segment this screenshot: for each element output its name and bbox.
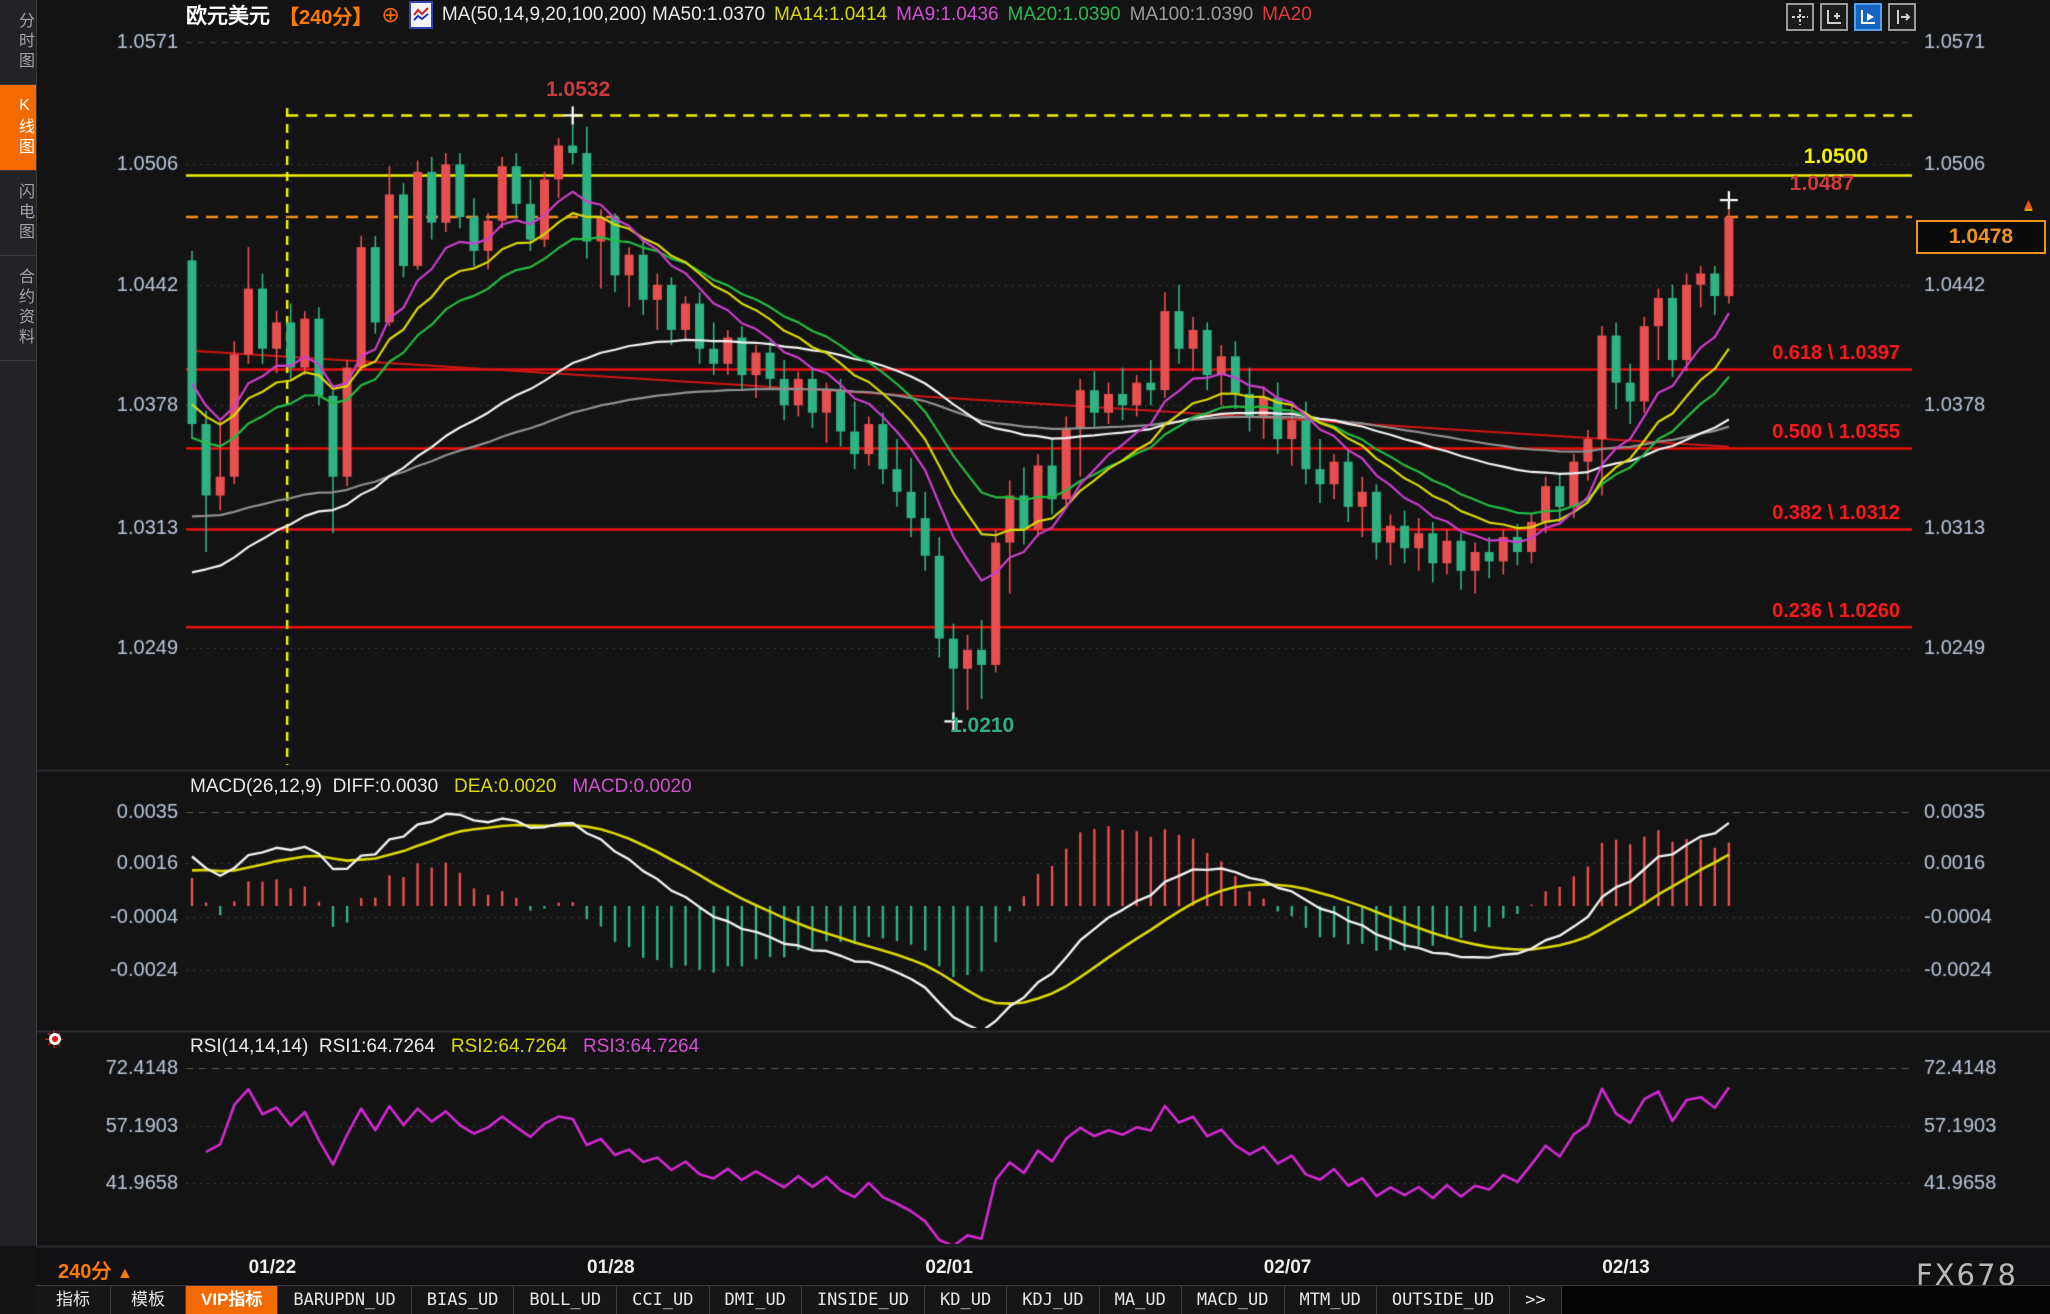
- fib-label-500: 0.500 \ 1.0355: [1772, 421, 1900, 444]
- toolbar-tab-more[interactable]: 指标: [36, 1286, 111, 1314]
- rsi1-value: RSI1:64.7264: [319, 1036, 435, 1057]
- toolbar-tab-more[interactable]: 模板: [111, 1286, 186, 1314]
- toolbar-tab-MACD_UD[interactable]: MACD_UD: [1182, 1286, 1285, 1314]
- toolbar-tab-OUTSIDE_UD[interactable]: OUTSIDE_UD: [1377, 1286, 1510, 1314]
- alert-dot-glyph: [52, 1036, 58, 1042]
- toolbar-tab-INSIDE_UD[interactable]: INSIDE_UD: [802, 1286, 925, 1314]
- toolbar-tab-CCI_UD[interactable]: CCI_UD: [617, 1286, 709, 1314]
- axis-play-icon[interactable]: [1854, 3, 1882, 31]
- chart-header: 欧元美元 【240分】 ⊕ MA(50,14,9,20,100,200) MA5…: [186, 0, 1312, 30]
- toolbar-tab-MA_UD[interactable]: MA_UD: [1100, 1286, 1182, 1314]
- date-label-01-22: 01/22: [249, 1257, 297, 1279]
- ma-readout-ma20-red: MA20: [1262, 4, 1312, 26]
- period-selector-label: 240分: [58, 1261, 111, 1283]
- indicator-toolbar: 指标模板VIP指标BARUPDN_UDBIAS_UDBOLL_UDCCI_UDD…: [36, 1285, 2050, 1314]
- toolbar-tab-VIP[interactable]: VIP指标: [186, 1286, 278, 1314]
- sidebar-item-time-chart[interactable]: 分时图: [0, 0, 36, 85]
- toolbar-tab-BOLL_UD[interactable]: BOLL_UD: [514, 1286, 617, 1314]
- toolbar-tab-DMI_UD[interactable]: DMI_UD: [710, 1286, 802, 1314]
- macd-params: MACD(26,12,9): [190, 776, 322, 797]
- ma-readout-ma9: MA9:1.0436: [896, 4, 998, 26]
- ma-readout-main: MA(50,14,9,20,100,200) MA50:1.0370: [442, 4, 765, 26]
- macd-dea-value: DEA:0.0020: [454, 776, 556, 797]
- toolbar-tab-more[interactable]: >>: [1510, 1286, 1561, 1314]
- fib-label-236: 0.236 \ 1.0260: [1772, 600, 1900, 623]
- yellow-level-label: 1.0500: [1804, 145, 1868, 169]
- sidebar-item-candle-chart[interactable]: K线图: [0, 85, 36, 171]
- rsi2-value: RSI2:64.7264: [451, 1036, 567, 1057]
- rsi3-value: RSI3:64.7264: [583, 1036, 699, 1057]
- chart-toolbar-icons: [1786, 3, 1916, 31]
- price-arrow-icon: ▲: [2021, 196, 2036, 213]
- toolbar-tab-BARUPDN_UD[interactable]: BARUPDN_UD: [278, 1286, 411, 1314]
- rsi-readout: RSI(14,14,14) RSI1:64.7264 RSI2:64.7264 …: [190, 1036, 699, 1058]
- shift-axis-icon[interactable]: [1888, 3, 1916, 31]
- peak-price-label: 1.0532: [546, 78, 610, 102]
- toolbar-tab-MTM_UD[interactable]: MTM_UD: [1285, 1286, 1377, 1314]
- sidebar-item-contract-info[interactable]: 合约资料: [0, 256, 36, 361]
- circle-plus-icon[interactable]: ⊕: [381, 4, 399, 26]
- macd-diff-value: DIFF:0.0030: [333, 776, 439, 797]
- recent-high-label: 1.0487: [1790, 172, 1854, 196]
- pan-crosshair-icon[interactable]: [1786, 3, 1814, 31]
- macd-hist-value: MACD:0.0020: [572, 776, 691, 797]
- chart-style-icon[interactable]: [409, 1, 433, 29]
- date-label-02-01: 02/01: [925, 1257, 973, 1279]
- date-label-02-07: 02/07: [1264, 1257, 1312, 1279]
- ma-readout-ma14: MA14:1.0414: [774, 4, 887, 26]
- chart-canvas[interactable]: [0, 0, 2050, 1314]
- period-badge[interactable]: 【240分】: [279, 1, 372, 30]
- axis-zoom-icon[interactable]: [1820, 3, 1848, 31]
- fib-label-618: 0.618 \ 1.0397: [1772, 342, 1900, 365]
- macd-readout: MACD(26,12,9) DIFF:0.0030 DEA:0.0020 MAC…: [190, 776, 692, 798]
- mini-chart-glyph: [413, 6, 429, 24]
- fib-label-382: 0.382 \ 1.0312: [1772, 502, 1900, 525]
- alert-icon[interactable]: ✳: [44, 1028, 68, 1052]
- symbol-title: 欧元美元: [186, 0, 270, 30]
- date-label-02-13: 02/13: [1602, 1257, 1650, 1279]
- date-label-01-28: 01/28: [587, 1257, 635, 1279]
- time-axis-row: 240分 ▲ 01/22 01/28 02/01 02/07 02/13: [36, 1248, 2050, 1285]
- ma-readout-ma100: MA100:1.0390: [1130, 4, 1254, 26]
- sidebar-item-lightning-chart[interactable]: 闪电图: [0, 171, 36, 256]
- period-selector[interactable]: 240分 ▲: [58, 1255, 133, 1284]
- period-up-arrow-icon: ▲: [117, 1265, 133, 1282]
- toolbar-tab-BIAS_UD[interactable]: BIAS_UD: [412, 1286, 515, 1314]
- rsi-params: RSI(14,14,14): [190, 1036, 308, 1057]
- ma-readout-ma20: MA20:1.0390: [1008, 4, 1121, 26]
- chart-type-sidebar: 分时图 K线图 闪电图 合约资料: [0, 0, 37, 1246]
- trading-app-window: 分时图 K线图 闪电图 合约资料 欧元美元 【240分】 ⊕ MA(50,14,…: [0, 0, 2050, 1314]
- toolbar-tab-KD_UD[interactable]: KD_UD: [925, 1286, 1007, 1314]
- low-price-label: 1.0210: [950, 714, 1014, 738]
- current-price-box: 1.0478: [1916, 220, 2046, 254]
- toolbar-tab-KDJ_UD[interactable]: KDJ_UD: [1007, 1286, 1099, 1314]
